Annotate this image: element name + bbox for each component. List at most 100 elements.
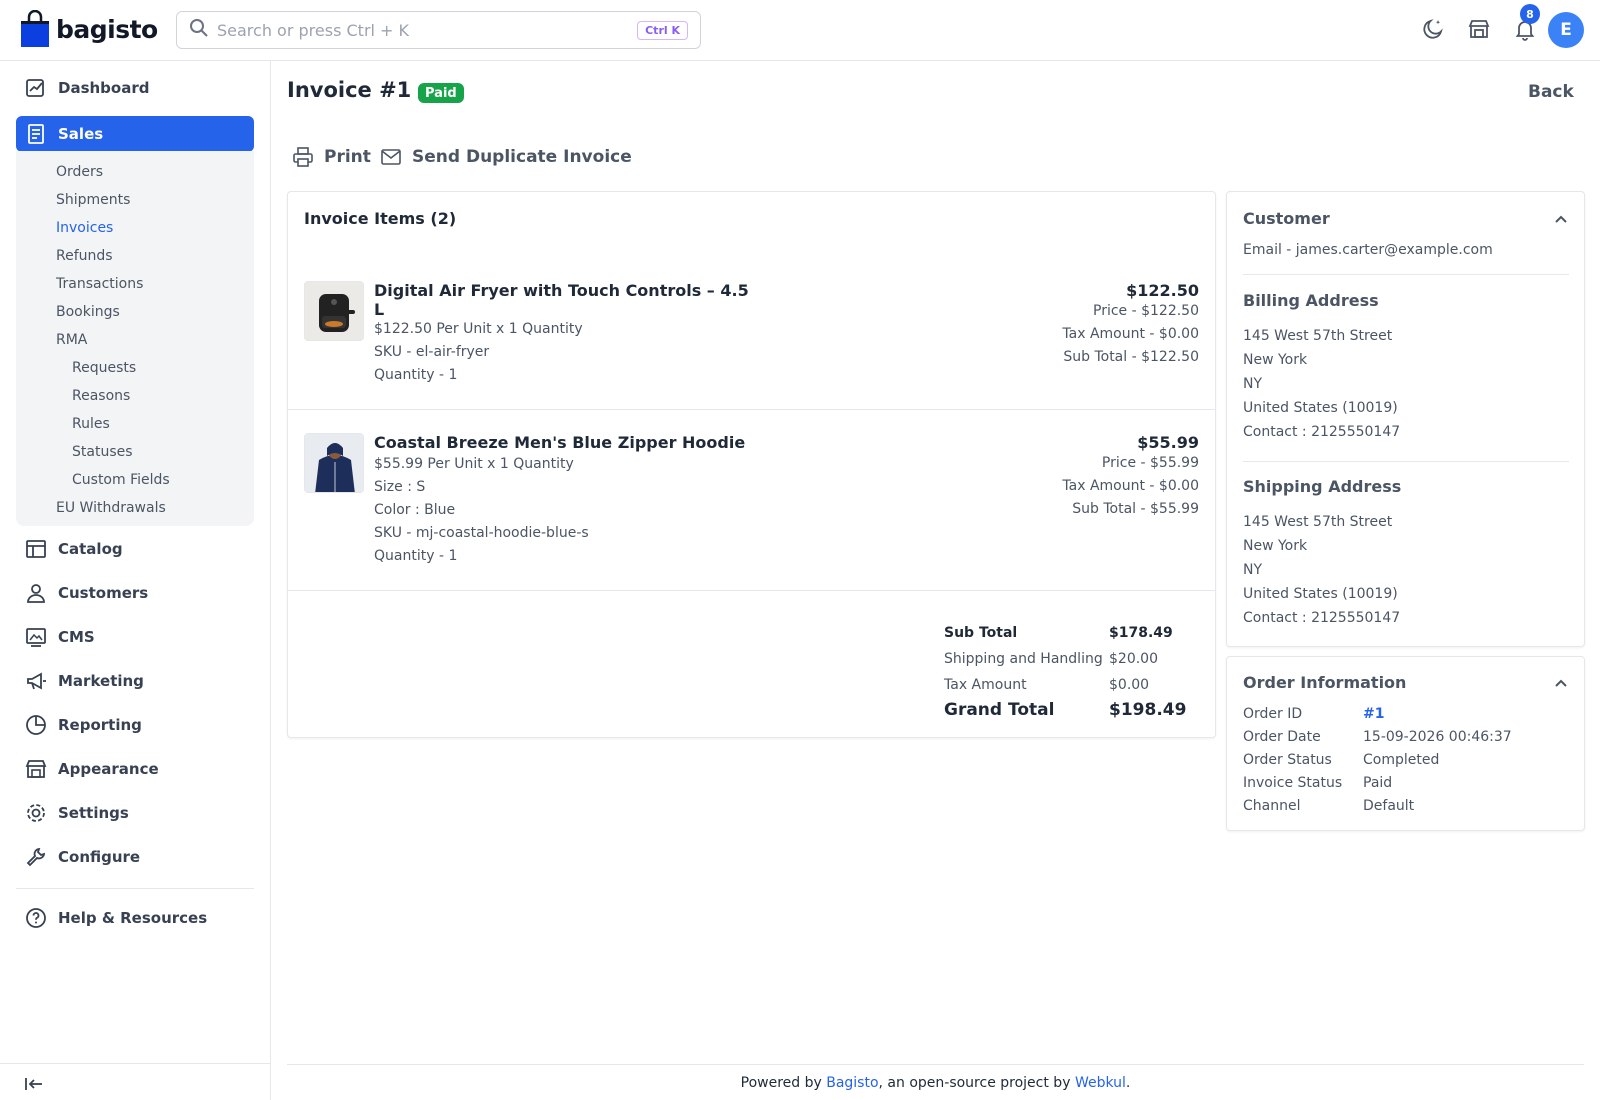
item-name: Coastal Breeze Men's Blue Zipper Hoodie xyxy=(374,433,746,452)
help-icon xyxy=(24,906,48,930)
chevron-up-icon[interactable] xyxy=(1554,212,1568,228)
shipping-line: New York xyxy=(1243,538,1308,554)
catalog-icon xyxy=(24,537,48,561)
address-divider xyxy=(1243,461,1569,462)
chevron-up-icon[interactable] xyxy=(1554,676,1568,692)
sidebar-item-marketing[interactable]: Marketing xyxy=(16,663,254,699)
bagisto-link[interactable]: Bagisto xyxy=(826,1075,878,1091)
item-attribute-size: Size : S xyxy=(374,479,426,495)
order-date-label: Order Date xyxy=(1243,729,1321,745)
shipping-value: $20.00 xyxy=(1109,651,1158,667)
submenu-transactions[interactable]: Transactions xyxy=(56,276,143,292)
sidebar: Dashboard Sales Orders Shipments Invoice… xyxy=(0,61,271,1100)
search-shortcut-badge: Ctrl K xyxy=(637,21,688,40)
store-icon[interactable] xyxy=(1466,16,1492,42)
customer-title: Customer xyxy=(1243,209,1330,228)
dashboard-icon xyxy=(24,76,48,100)
item-tax: Tax Amount - $0.00 xyxy=(1062,478,1199,494)
submenu-shipments[interactable]: Shipments xyxy=(56,192,130,208)
item-total: $122.50 xyxy=(1126,281,1199,300)
submenu-orders[interactable]: Orders xyxy=(56,164,103,180)
invoice-items-title: Invoice Items (2) xyxy=(304,209,457,228)
item-price: Price - $55.99 xyxy=(1101,455,1199,471)
footer: Powered by Bagisto, an open-source proje… xyxy=(287,1064,1584,1091)
bag-logo-icon xyxy=(20,9,50,48)
sidebar-item-label: CMS xyxy=(58,628,95,646)
item-unit-line: $122.50 Per Unit x 1 Quantity xyxy=(374,321,583,337)
print-button[interactable]: Print xyxy=(292,146,371,168)
billing-line: 145 West 57th Street xyxy=(1243,328,1393,344)
settings-icon xyxy=(24,801,48,825)
hoodie-image xyxy=(304,433,364,493)
subtotal-value: $178.49 xyxy=(1109,625,1173,641)
billing-line: NY xyxy=(1243,376,1263,392)
sidebar-item-label: Help & Resources xyxy=(58,909,208,927)
sidebar-item-settings[interactable]: Settings xyxy=(16,795,254,831)
sidebar-item-label: Catalog xyxy=(58,540,123,558)
appearance-icon xyxy=(24,757,48,781)
submenu-eu-withdrawals[interactable]: EU Withdrawals xyxy=(56,500,166,516)
submenu-rma-rules[interactable]: Rules xyxy=(72,416,110,432)
submenu-rma-requests[interactable]: Requests xyxy=(72,360,136,376)
submenu-rma[interactable]: RMA xyxy=(56,332,87,348)
sidebar-item-configure[interactable]: Configure xyxy=(16,839,254,875)
item-name: Digital Air Fryer with Touch Controls – … xyxy=(374,281,749,319)
sidebar-item-dashboard[interactable]: Dashboard xyxy=(16,70,254,106)
item-sku: SKU - el-air-fryer xyxy=(374,344,490,360)
print-label: Print xyxy=(324,147,371,167)
submenu-rma-statuses[interactable]: Statuses xyxy=(72,444,133,460)
notification-count-badge: 8 xyxy=(1520,4,1540,24)
submenu-refunds[interactable]: Refunds xyxy=(56,248,113,264)
item-sku: SKU - mj-coastal-hoodie-blue-s xyxy=(374,525,589,541)
logo[interactable]: bagisto xyxy=(20,9,158,48)
item-attribute-color: Color : Blue xyxy=(374,502,456,518)
sidebar-item-label: Configure xyxy=(58,848,141,866)
invoice-items-card: Invoice Items (2) Digital Air Fryer with… xyxy=(287,191,1216,738)
grand-total-label: Grand Total xyxy=(944,700,1055,720)
webkul-link[interactable]: Webkul xyxy=(1075,1075,1126,1091)
shipping-label: Shipping and Handling xyxy=(944,651,1103,667)
submenu-invoices[interactable]: Invoices xyxy=(56,220,113,236)
customer-email: Email - james.carter@example.com xyxy=(1243,242,1493,258)
back-button[interactable]: Back xyxy=(1528,82,1574,102)
search-icon xyxy=(189,18,209,42)
order-information-card: Order Information Order ID #1 Order Date… xyxy=(1226,656,1585,831)
collapse-sidebar-icon[interactable] xyxy=(24,1075,44,1097)
footer-prefix: Powered by xyxy=(740,1075,827,1091)
sidebar-item-help[interactable]: Help & Resources xyxy=(16,900,254,936)
sidebar-item-appearance[interactable]: Appearance xyxy=(16,751,254,787)
sidebar-item-reporting[interactable]: Reporting xyxy=(16,707,254,743)
page-title: Invoice #1 xyxy=(287,78,412,102)
sidebar-item-cms[interactable]: CMS xyxy=(16,619,254,655)
footer-suffix: . xyxy=(1125,1075,1131,1091)
send-duplicate-invoice-button[interactable]: Send Duplicate Invoice xyxy=(380,146,632,168)
submenu-rma-custom-fields[interactable]: Custom Fields xyxy=(72,472,170,488)
logo-text: bagisto xyxy=(56,14,158,44)
shipping-line: United States (10019) xyxy=(1243,586,1398,602)
shipping-line: 145 West 57th Street xyxy=(1243,514,1393,530)
order-date-value: 15-09-2026 00:46:37 xyxy=(1363,729,1512,745)
user-avatar[interactable]: E xyxy=(1548,12,1584,48)
invoice-status-label: Invoice Status xyxy=(1243,775,1343,791)
sidebar-item-label: Sales xyxy=(58,125,104,143)
sidebar-item-label: Customers xyxy=(58,584,149,602)
order-id-link[interactable]: #1 xyxy=(1363,706,1384,722)
invoice-status-value: Paid xyxy=(1363,775,1393,791)
search-box[interactable]: Ctrl K xyxy=(176,11,701,49)
sidebar-item-sales[interactable]: Sales xyxy=(16,116,254,152)
moon-icon[interactable] xyxy=(1420,16,1446,42)
channel-label: Channel xyxy=(1243,798,1301,814)
submenu-bookings[interactable]: Bookings xyxy=(56,304,120,320)
sidebar-item-customers[interactable]: Customers xyxy=(16,575,254,611)
search-input[interactable] xyxy=(217,20,617,40)
submenu-rma-reasons[interactable]: Reasons xyxy=(72,388,130,404)
sidebar-item-label: Appearance xyxy=(58,760,159,778)
customer-divider xyxy=(1243,274,1569,275)
billing-line: New York xyxy=(1243,352,1308,368)
sidebar-footer-divider xyxy=(0,1063,270,1064)
customers-icon xyxy=(24,581,48,605)
status-badge: Paid xyxy=(418,83,464,103)
shipping-line: NY xyxy=(1243,562,1263,578)
item-price: Price - $122.50 xyxy=(1093,303,1199,319)
sidebar-item-catalog[interactable]: Catalog xyxy=(16,531,254,567)
